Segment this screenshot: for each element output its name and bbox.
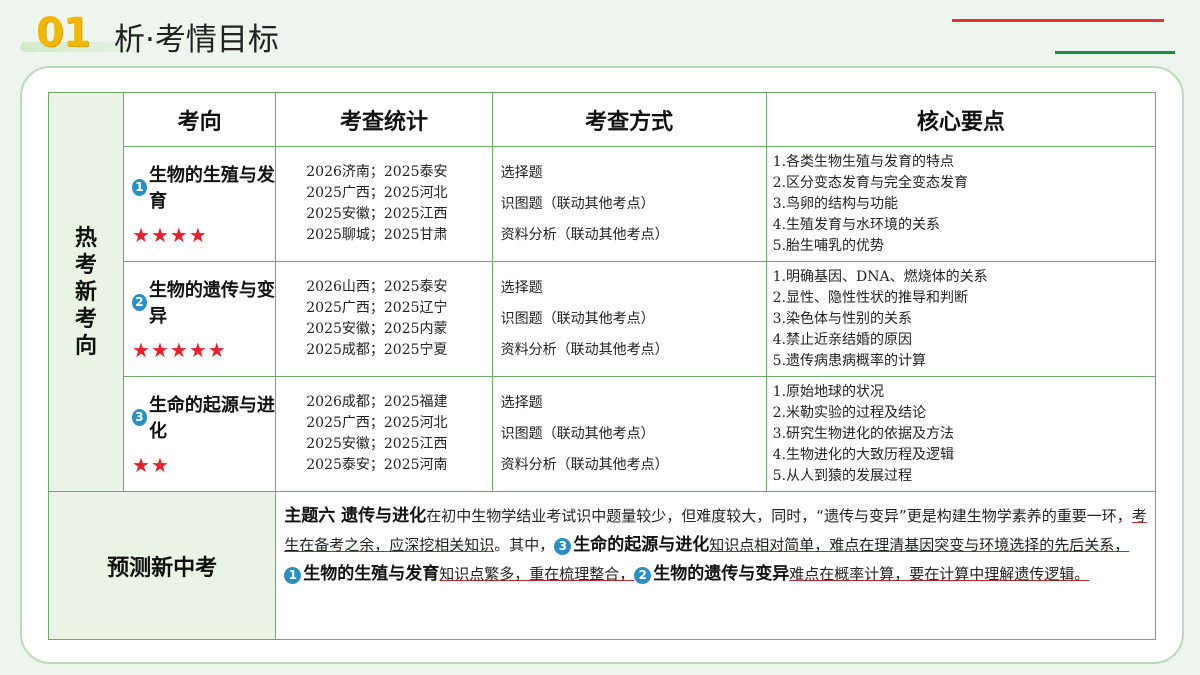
section-number: 01: [36, 10, 91, 56]
key-points-cell: 1.原始地球的状况 2.米勒实验的过程及结论 3.研究生物进化的依据及方法 4.…: [765, 376, 1157, 492]
key-points-cell: 1.各类生物生殖与发育的特点 2.区分变态发育与完全变态发育 3.鸟卵的结构与功…: [765, 146, 1157, 262]
prediction-label: 预测新中考: [47, 491, 277, 640]
topic-cell: 2 生物的遗传与变异 ★★★★★: [123, 261, 277, 377]
prediction-row: 预测新中考 主题六 遗传与进化在初中生物学结业考试识中题量较少，但难度较大，同时…: [47, 491, 1156, 640]
topic-name: 生物的遗传与变异: [148, 280, 275, 327]
method-cell: 选择题 识图题（联动其他考点） 资料分析（联动其他考点）: [491, 146, 767, 262]
prediction-text: 主题六 遗传与进化在初中生物学结业考试识中题量较少，但难度较大，同时，“遗传与变…: [275, 491, 1156, 640]
topic-cell: 3 生命的起源与进化 ★★: [123, 376, 277, 492]
star-rating: ★★: [132, 453, 170, 477]
number-badge: 3: [554, 538, 572, 555]
stats-cell: 2026成都；2025福建 2025广西；2025河北 2025安徽；2025江…: [275, 376, 493, 492]
number-badge: 2: [634, 567, 652, 584]
column-header-topic: 考向: [123, 92, 277, 147]
number-badge: 3: [132, 408, 147, 426]
topic-name: 生物的生殖与发育: [148, 165, 275, 212]
stats-cell: 2026山西；2025泰安 2025广西；2025辽宁 2025安徽；2025内…: [275, 261, 493, 377]
number-badge: 1: [284, 567, 302, 584]
column-header-key-points: 核心要点: [765, 92, 1157, 147]
method-cell: 选择题 识图题（联动其他考点） 资料分析（联动其他考点）: [491, 376, 767, 492]
stats-cell: 2026济南；2025泰安 2025广西；2025河北 2025安徽；2025江…: [275, 146, 493, 262]
number-badge: 2: [132, 293, 147, 311]
table-row: 1 生物的生殖与发育 ★★★★ 2026济南；2025泰安 2025广西；202…: [49, 146, 1157, 262]
decor-green-line: [1055, 51, 1175, 54]
decor-red-line: [952, 19, 1164, 22]
number-badge: 1: [132, 178, 147, 196]
side-label-hot-topics: 热 考 新 考 向: [47, 92, 125, 492]
page-title: 析·考情目标: [114, 22, 279, 58]
star-rating: ★★★★: [132, 223, 208, 247]
column-header-stats: 考查统计: [275, 92, 493, 147]
column-header-method: 考查方式: [491, 92, 767, 147]
table-row: 2 生物的遗传与变异 ★★★★★ 2026山西；2025泰安 2025广西；20…: [49, 261, 1157, 377]
exam-analysis-table: 热 考 新 考 向 考向 考查统计 考查方式 核心要点 1 生物的生殖与发育 ★…: [47, 92, 1157, 640]
star-rating: ★★★★★: [132, 338, 227, 362]
topic-cell: 1 生物的生殖与发育 ★★★★: [123, 146, 277, 262]
method-cell: 选择题 识图题（联动其他考点） 资料分析（联动其他考点）: [491, 261, 767, 377]
table-row: 3 生命的起源与进化 ★★ 2026成都；2025福建 2025广西；2025河…: [49, 376, 1157, 492]
topic-name: 生命的起源与进化: [148, 395, 275, 442]
key-points-cell: 1.明确基因、DNA、燃烧体的关系 2.显性、隐性性状的推导和判断 3.染色体与…: [765, 261, 1157, 377]
